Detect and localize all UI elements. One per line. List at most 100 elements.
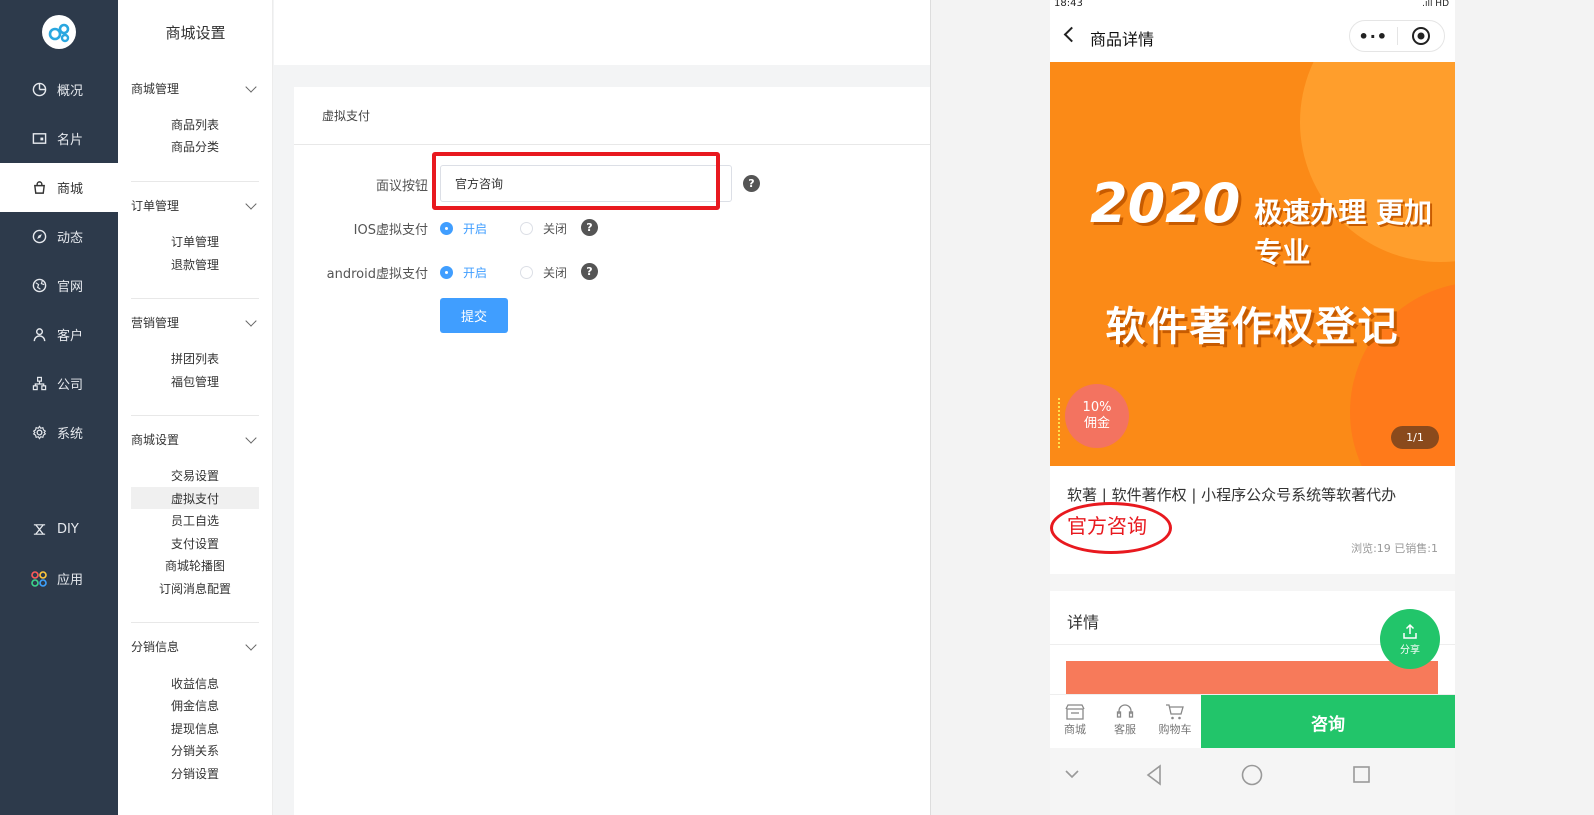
help-icon[interactable]: ? xyxy=(581,263,598,280)
submenu-item-pay-settings[interactable]: 支付设置 xyxy=(131,532,259,554)
radio-label: 开启 xyxy=(463,222,488,236)
radio-dot xyxy=(520,222,533,235)
radio-dot xyxy=(520,266,533,279)
face-button-input[interactable]: 官方咨询 xyxy=(440,165,732,202)
nav-item-company[interactable]: 公司 xyxy=(0,359,118,408)
org-icon xyxy=(31,376,47,392)
chevron-down-icon xyxy=(245,638,257,651)
tab-label: 商城 xyxy=(1064,723,1086,736)
group-order-manage[interactable]: 订单管理 xyxy=(131,197,259,214)
home-circle-icon xyxy=(1241,764,1263,786)
logo-icon xyxy=(48,23,70,43)
close-target-icon[interactable] xyxy=(1397,26,1444,46)
app-logo[interactable] xyxy=(42,15,76,49)
status-time: 18:43 xyxy=(1054,0,1083,9)
nav-item-website[interactable]: 官网 xyxy=(0,261,118,310)
android-nav-bar xyxy=(1050,748,1455,815)
submenu-item-income[interactable]: 收益信息 xyxy=(131,672,259,694)
submenu-item-dist-settings[interactable]: 分销设置 xyxy=(131,762,259,784)
android-pay-label: android虚拟支付 xyxy=(326,267,428,282)
submenu-item-orders[interactable]: 订单管理 xyxy=(131,230,259,252)
group-marketing[interactable]: 营销管理 xyxy=(131,314,259,331)
nav-label: 名片 xyxy=(57,133,84,148)
consult-button[interactable]: 咨询 xyxy=(1201,695,1455,749)
group-distribution[interactable]: 分销信息 xyxy=(131,638,259,655)
submenu-item-product-category[interactable]: 商品分类 xyxy=(131,135,259,157)
nav-item-customer[interactable]: 客户 xyxy=(0,310,118,359)
status-bar: 18:43 .ıll HD xyxy=(1050,0,1455,12)
nav-label: 公司 xyxy=(57,378,84,393)
submenu-item-lucky-bag[interactable]: 福包管理 xyxy=(131,370,259,392)
banner-title: 软件著作权登记 xyxy=(1105,304,1400,350)
back-icon[interactable] xyxy=(1063,26,1080,43)
share-icon xyxy=(1403,623,1417,639)
submenu-item-withdraw[interactable]: 提现信息 xyxy=(131,717,259,739)
nav-label: 概况 xyxy=(57,84,84,99)
back-triangle-icon xyxy=(1146,764,1161,786)
nav-item-overview[interactable]: 概况 xyxy=(0,65,118,114)
banner-headline: 2020 极速办理 更加专业 xyxy=(1090,172,1455,271)
nav-label: 动态 xyxy=(57,231,84,246)
compass-icon xyxy=(31,229,47,245)
submenu-title: 商城设置 xyxy=(165,24,226,42)
card-icon xyxy=(31,131,47,147)
nav-item-apps[interactable]: 应用 xyxy=(0,554,118,603)
sub-menu: 商城设置 商城管理 商品列表 商品分类 订单管理 订单管理 退款管理 营销管理 … xyxy=(118,0,273,815)
nav-item-card[interactable]: 名片 xyxy=(0,114,118,163)
tab-service[interactable]: 客服 xyxy=(1105,703,1145,737)
shop-bag-icon xyxy=(31,180,47,196)
dashboard-icon xyxy=(31,82,47,98)
product-banner[interactable]: 2020 极速办理 更加专业 软件著作权登记 10% 佣金 1/1 xyxy=(1050,62,1455,466)
radio-label: 关闭 xyxy=(543,222,568,236)
tab-shop[interactable]: 商城 xyxy=(1055,703,1095,737)
nav-item-shop[interactable]: 商城 xyxy=(0,163,118,212)
submenu-item-staff-select[interactable]: 员工自选 xyxy=(131,509,259,531)
radio-label: 开启 xyxy=(463,266,488,280)
nav-label: 客户 xyxy=(57,329,84,344)
submenu-item-trade-settings[interactable]: 交易设置 xyxy=(131,464,259,486)
help-icon[interactable]: ? xyxy=(743,175,760,192)
detail-title: 详情 xyxy=(1067,613,1100,632)
group-shop-manage[interactable]: 商城管理 xyxy=(131,80,259,97)
ios-pay-on-radio[interactable]: 开启 xyxy=(440,220,487,237)
product-stats: 浏览:19 已销售:1 xyxy=(1351,542,1438,555)
diy-icon xyxy=(31,522,47,538)
submenu-item-relations[interactable]: 分销关系 xyxy=(131,739,259,761)
divider xyxy=(131,181,259,182)
chevron-down-icon xyxy=(245,80,257,93)
tab-cart[interactable]: 购物车 xyxy=(1155,703,1195,737)
radio-label: 关闭 xyxy=(543,266,568,280)
nav-item-diy[interactable]: DIY xyxy=(0,505,118,554)
android-pay-off-radio[interactable]: 关闭 xyxy=(520,264,567,281)
title-bar: 商品详情 •·• xyxy=(1050,12,1455,62)
ios-pay-off-radio[interactable]: 关闭 xyxy=(520,220,567,237)
android-pay-on-radio[interactable]: 开启 xyxy=(440,264,487,281)
submenu-item-carousel[interactable]: 商城轮播图 xyxy=(131,554,259,576)
cart-icon xyxy=(1166,704,1184,720)
share-button[interactable]: 分享 xyxy=(1380,609,1440,669)
divider xyxy=(294,144,930,145)
image-counter: 1/1 xyxy=(1391,426,1439,449)
group-title: 分销信息 xyxy=(131,640,180,654)
nav-item-system[interactable]: 系统 xyxy=(0,408,118,457)
commission-pct: 10% xyxy=(1082,400,1112,415)
commission-label: 佣金 xyxy=(1083,416,1110,431)
submenu-item-product-list[interactable]: 商品列表 xyxy=(131,113,259,135)
main-nav: 概况 名片 商城 动态 官网 客户 公司 系统 DIY 应用 xyxy=(0,0,118,815)
nav-label: 应用 xyxy=(57,573,84,588)
submenu-item-commission[interactable]: 佣金信息 xyxy=(131,694,259,716)
card-title: 虚拟支付 xyxy=(322,109,371,123)
recents-square-icon xyxy=(1353,766,1370,783)
group-shop-settings[interactable]: 商城设置 xyxy=(131,431,259,448)
signal-icon: .ıll HD xyxy=(1422,0,1449,9)
submenu-item-virtual-pay[interactable]: 虚拟支付 xyxy=(131,487,259,509)
help-icon[interactable]: ? xyxy=(581,219,598,236)
submenu-item-group-buy[interactable]: 拼团列表 xyxy=(131,347,259,369)
nav-item-dynamic[interactable]: 动态 xyxy=(0,212,118,261)
submit-button[interactable]: 提交 xyxy=(440,298,508,333)
more-icon[interactable]: •·• xyxy=(1350,27,1397,46)
submenu-item-subscribe-msg[interactable]: 订阅消息配置 xyxy=(131,577,259,599)
nav-label: DIY xyxy=(57,522,79,537)
group-title: 营销管理 xyxy=(131,316,180,330)
submenu-item-refunds[interactable]: 退款管理 xyxy=(131,253,259,275)
